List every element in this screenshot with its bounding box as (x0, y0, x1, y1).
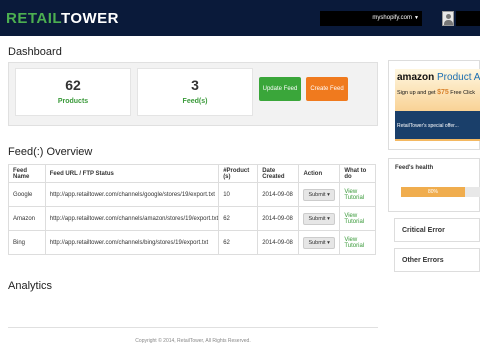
chevron-down-icon: ▼ (414, 15, 419, 21)
feed-name: Amazon (8, 206, 46, 231)
health-progress-fill: 80% (401, 187, 465, 197)
feed-product-count: 62 (218, 206, 259, 231)
user-avatar-icon[interactable] (442, 11, 454, 26)
column-header: #Product (s) (218, 164, 259, 183)
column-header: Date Created (257, 164, 300, 183)
other-errors-item[interactable]: Other Errors (394, 248, 480, 272)
create-feed-button[interactable]: Create Feed (306, 77, 348, 101)
feed-health-panel: Feed's health 80% (388, 158, 480, 212)
table-row: Google http://app.retailtower.com/channe… (8, 182, 376, 207)
feed-action-cell: Submit ▾ (298, 206, 341, 231)
amazon-ad-banner[interactable]: amazon Product A Sign up and get $75 Fre… (395, 69, 480, 141)
stat-feeds-value: 3 (191, 77, 199, 93)
ad-amount: $75 (437, 89, 449, 96)
submit-dropdown-button[interactable]: Submit ▾ (303, 236, 335, 249)
feed-date: 2014-09-08 (257, 230, 300, 255)
logo-text-retail: RETAIL (6, 10, 61, 27)
user-menu[interactable] (456, 11, 480, 26)
stat-products: 62 Products (15, 68, 131, 116)
column-header: Feed URL / FTP Status (44, 164, 220, 183)
critical-error-item[interactable]: Critical Error (394, 218, 480, 242)
column-header: Feed Name (8, 164, 46, 183)
ad-product: Product A (437, 72, 480, 83)
store-selector[interactable]: myshopify.com ▼ (320, 11, 422, 26)
feed-name: Bing (8, 230, 46, 255)
stats-panel: 62 Products 3 Feed(s) Update Feed Create… (8, 62, 378, 126)
ad-offer-text: RetailTower's special offer... (397, 123, 459, 129)
stat-feeds: 3 Feed(s) (137, 68, 253, 116)
health-progress-bar: 80% (401, 187, 480, 197)
feed-todo-cell: View Tutorial (339, 230, 376, 255)
logo-text-tower: TOWER (60, 10, 119, 27)
feed-todo-cell: View Tutorial (339, 206, 376, 231)
top-navbar: RETAILTOWER myshopify.com ▼ (0, 0, 480, 36)
column-header: Action (298, 164, 341, 183)
feed-action-cell: Submit ▾ (298, 182, 341, 207)
feed-date: 2014-09-08 (257, 182, 300, 207)
table-row: Amazon http://app.retailtower.com/channe… (8, 206, 376, 231)
feed-url: http://app.retailtower.com/channels/amaz… (44, 206, 220, 231)
ad-signup-label: Sign up and get (397, 90, 436, 96)
feed-url: http://app.retailtower.com/channels/goog… (44, 182, 220, 207)
store-name: myshopify.com (372, 15, 412, 21)
feed-table: Feed Name Feed URL / FTP Status #Product… (8, 164, 376, 255)
ad-panel: amazon Product A Sign up and get $75 Fre… (388, 60, 480, 150)
feed-product-count: 10 (218, 182, 259, 207)
table-header-row: Feed Name Feed URL / FTP Status #Product… (8, 164, 376, 183)
submit-dropdown-button[interactable]: Submit ▾ (303, 212, 335, 225)
stat-products-value: 62 (65, 77, 81, 93)
column-header: What to do (339, 164, 376, 183)
feed-product-count: 62 (218, 230, 259, 255)
ad-signup-tail: Free Click (450, 90, 476, 96)
feed-date: 2014-09-08 (257, 206, 300, 231)
feed-overview-heading: Feed(:) Overview (8, 146, 93, 158)
avatar-body (444, 20, 453, 25)
feed-health-title: Feed's health (395, 165, 434, 171)
ad-brand: amazon Product A (397, 72, 480, 83)
dashboard-heading: Dashboard (8, 46, 62, 58)
analytics-heading: Analytics (8, 280, 53, 292)
stat-feeds-label: Feed(s) (182, 98, 208, 105)
view-tutorial-link[interactable]: View Tutorial (344, 237, 364, 249)
app-logo[interactable]: RETAILTOWER (6, 10, 119, 27)
view-tutorial-link[interactable]: View Tutorial (344, 189, 364, 201)
ad-signup-text: Sign up and get $75 Free Click (397, 89, 475, 96)
table-row: Bing http://app.retailtower.com/channels… (8, 230, 376, 255)
view-tutorial-link[interactable]: View Tutorial (344, 213, 364, 225)
feed-todo-cell: View Tutorial (339, 182, 376, 207)
avatar-head (446, 14, 451, 19)
update-feed-button[interactable]: Update Feed (259, 77, 301, 101)
feed-url: http://app.retailtower.com/channels/bing… (44, 230, 220, 255)
footer-copyright: Copyright © 2014, RetailTower, All Right… (135, 338, 251, 344)
feed-name: Google (8, 182, 46, 207)
ad-brand-name: amazon (397, 72, 435, 83)
stat-products-label: Products (57, 98, 89, 105)
feed-action-cell: Submit ▾ (298, 230, 341, 255)
submit-dropdown-button[interactable]: Submit ▾ (303, 188, 335, 201)
footer-divider (8, 327, 378, 328)
